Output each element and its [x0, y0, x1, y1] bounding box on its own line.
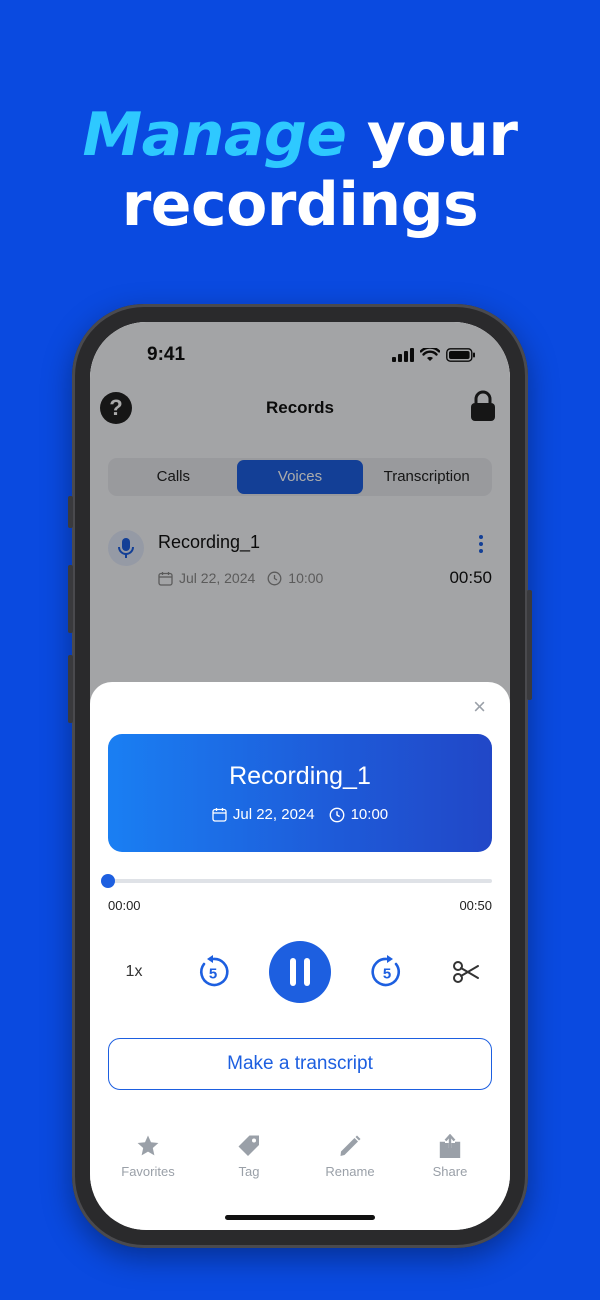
phone-silent-switch: [68, 496, 73, 528]
progress-slider[interactable]: [101, 874, 492, 888]
total-time: 00:50: [459, 898, 492, 913]
share-label: Share: [432, 1164, 468, 1179]
headline-line-1: Manage your: [0, 100, 600, 170]
trim-button[interactable]: [446, 940, 486, 1004]
phone-volume-up: [68, 565, 73, 633]
clock-icon: [329, 807, 345, 822]
close-icon[interactable]: ×: [473, 694, 486, 720]
rewind-5-icon: 5: [200, 955, 229, 987]
pause-circle: [269, 941, 331, 1003]
speed-button[interactable]: 1x: [114, 940, 154, 1004]
favorites-label: Favorites: [121, 1164, 175, 1179]
player-card: Recording_1 Jul 22, 2024 10:00: [108, 734, 492, 852]
phone-power-button: [527, 590, 532, 700]
playback-controls: 1x 5 5: [90, 940, 510, 1004]
player-title: Recording_1: [229, 762, 371, 790]
favorites-action[interactable]: Favorites: [98, 1134, 198, 1179]
share-action[interactable]: Share: [400, 1134, 500, 1179]
make-transcript-button[interactable]: Make a transcript: [108, 1038, 492, 1090]
forward-5-icon: 5: [371, 955, 400, 987]
forward-button[interactable]: 5: [367, 940, 407, 1004]
player-sheet: × Recording_1 Jul 22, 2024 10:00 00:00 0…: [90, 682, 510, 1230]
rename-action[interactable]: Rename: [300, 1134, 400, 1179]
tag-action[interactable]: Tag: [199, 1134, 299, 1179]
action-bar: Favorites Tag Rename Share: [90, 1134, 510, 1184]
player-date: Jul 22, 2024: [232, 806, 315, 823]
scissors-icon: [453, 961, 479, 983]
elapsed-time: 00:00: [108, 898, 141, 913]
headline-line-2: recordings: [121, 170, 479, 240]
player-time: 10:00: [350, 806, 389, 823]
pencil-icon: [340, 1135, 361, 1156]
pause-icon: [290, 958, 310, 986]
rename-label: Rename: [325, 1164, 375, 1179]
player-meta: Jul 22, 2024 10:00: [108, 806, 492, 823]
phone-volume-down: [68, 655, 73, 723]
star-icon: [137, 1135, 159, 1156]
headline-accent: Manage: [82, 100, 347, 170]
share-icon: [439, 1134, 461, 1158]
headline: Manage your recordings: [0, 100, 600, 240]
tag-label: Tag: [238, 1164, 260, 1179]
pause-button[interactable]: [269, 940, 331, 1004]
headline-rest: your: [346, 100, 518, 170]
home-indicator[interactable]: [225, 1215, 375, 1220]
progress-thumb[interactable]: [101, 874, 115, 888]
tag-icon: [238, 1135, 259, 1156]
rewind-seconds: 5: [209, 966, 217, 983]
forward-seconds: 5: [383, 966, 391, 983]
rewind-button[interactable]: 5: [193, 940, 233, 1004]
phone-screen: 9:41 ? Records Calls Voices Transcriptio…: [90, 322, 510, 1230]
calendar-icon: [212, 808, 227, 822]
